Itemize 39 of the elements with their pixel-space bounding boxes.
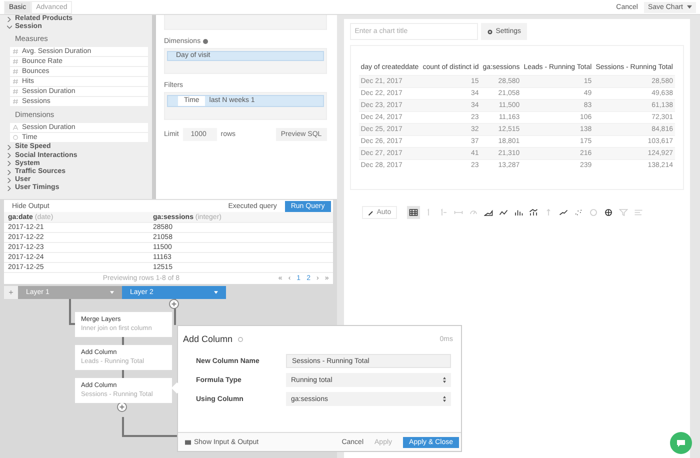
hash-icon — [13, 69, 18, 74]
area-chart-icon — [484, 208, 494, 217]
bar-chart-icon — [514, 208, 524, 217]
info-icon — [238, 336, 243, 342]
hash-icon — [13, 79, 18, 84]
progress-icon — [454, 208, 464, 217]
settings-icon — [486, 28, 493, 34]
hash-icon — [13, 49, 18, 54]
globe-icon — [604, 208, 614, 217]
line-chart-icon — [499, 208, 508, 217]
chart-type-button[interactable] — [407, 206, 420, 219]
combo-chart-icon — [529, 208, 538, 217]
chevron-down-icon — [7, 24, 12, 30]
hash-icon — [13, 89, 18, 94]
caret-icon — [110, 291, 114, 294]
plus-icon — [119, 404, 125, 410]
hash-icon — [13, 99, 18, 104]
scatter-chart-icon — [574, 208, 584, 217]
hash-icon — [13, 59, 18, 64]
speech-bubble-icon — [676, 438, 686, 448]
chevron-right-icon — [7, 16, 12, 22]
select-arrows-icon — [443, 377, 446, 383]
caret-icon — [687, 5, 692, 9]
letter-icon — [13, 125, 18, 130]
trend-icon — [439, 208, 448, 217]
plus-icon — [171, 301, 177, 307]
gauge-icon — [469, 208, 478, 217]
text-icon — [634, 208, 644, 217]
add-step-button[interactable] — [169, 299, 179, 309]
scatter-line-icon — [559, 208, 568, 217]
pie-chart-icon — [589, 208, 598, 217]
info-icon — [202, 39, 208, 44]
wand-icon — [368, 210, 374, 216]
clock-icon — [13, 135, 18, 140]
caret-icon — [214, 291, 218, 294]
select-arrows-icon — [443, 396, 446, 402]
dialog-title: Add Column — [183, 334, 233, 344]
add-step-button[interactable] — [117, 402, 127, 412]
funnel-icon — [619, 208, 628, 217]
